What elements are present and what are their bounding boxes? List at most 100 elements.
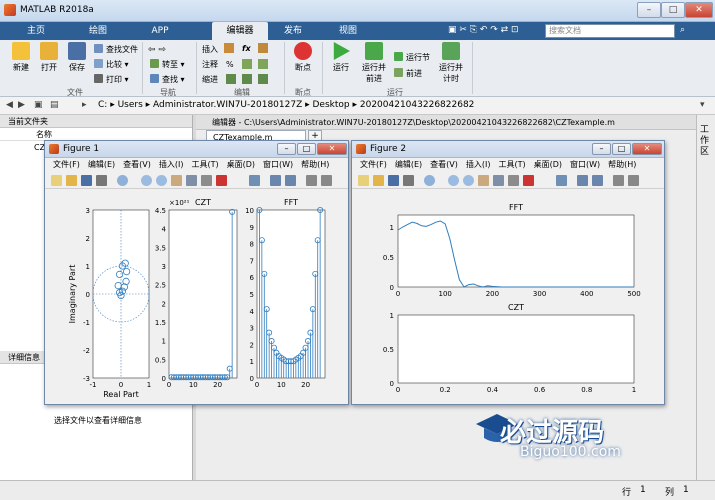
- tab-apps[interactable]: APP: [130, 22, 190, 40]
- insert-icon[interactable]: [224, 43, 234, 53]
- save-figure-icon[interactable]: [388, 175, 399, 186]
- link-plot-icon[interactable]: [249, 175, 260, 186]
- rotate-icon[interactable]: [493, 175, 504, 186]
- new-figure-icon[interactable]: [358, 175, 369, 186]
- tab-plots[interactable]: 绘图: [68, 22, 128, 40]
- minimize-button[interactable]: –: [277, 143, 296, 155]
- breadcrumb-segment[interactable]: 20200421043226822682: [360, 100, 475, 110]
- menu-tools[interactable]: 工具(T): [191, 160, 218, 169]
- pan-icon[interactable]: [171, 175, 182, 186]
- maximize-button[interactable]: □: [297, 143, 316, 155]
- minimize-button[interactable]: –: [592, 143, 611, 155]
- new-button[interactable]: 新建: [6, 42, 36, 73]
- colorbar-icon[interactable]: [270, 175, 281, 186]
- compare-button[interactable]: 比较 ▾: [94, 59, 129, 71]
- decrease-indent-icon[interactable]: [242, 74, 252, 84]
- hide-tools-icon[interactable]: [613, 175, 624, 186]
- wrap-comment-icon[interactable]: [258, 59, 268, 69]
- zoom-out-icon[interactable]: [463, 175, 474, 186]
- colorbar-icon[interactable]: [577, 175, 588, 186]
- legend-icon[interactable]: [592, 175, 603, 186]
- run-button[interactable]: 运行: [326, 42, 356, 73]
- maximize-button[interactable]: □: [612, 143, 631, 155]
- up-folder-icon[interactable]: ▣: [34, 100, 43, 110]
- menu-desktop[interactable]: 桌面(D): [227, 160, 255, 169]
- menu-edit[interactable]: 编辑(E): [395, 160, 422, 169]
- close-button[interactable]: ✕: [317, 143, 347, 155]
- menu-tools[interactable]: 工具(T): [498, 160, 525, 169]
- breadcrumb[interactable]: C: ▸ Users ▸ Administrator.WIN7U-2018012…: [98, 99, 474, 112]
- data-cursor-icon[interactable]: [508, 175, 519, 186]
- back-arrow-icon[interactable]: ◀: [6, 100, 13, 110]
- nav-arrows[interactable]: ⇦ ⇨: [148, 45, 166, 55]
- menu-insert[interactable]: 插入(I): [159, 160, 184, 169]
- save-figure-icon[interactable]: [81, 175, 92, 186]
- advance-button[interactable]: 前进: [394, 68, 422, 80]
- menu-help[interactable]: 帮助(H): [301, 160, 329, 169]
- find-button[interactable]: 查找 ▾: [150, 74, 185, 86]
- maximize-button[interactable]: □: [661, 2, 685, 18]
- zoom-in-icon[interactable]: [141, 175, 152, 186]
- run-section-button[interactable]: 运行节: [394, 52, 430, 64]
- tab-view[interactable]: 视图: [325, 22, 371, 40]
- percent-button[interactable]: %: [226, 59, 234, 71]
- hide-tools-icon[interactable]: [306, 175, 317, 186]
- menu-file[interactable]: 文件(F): [360, 160, 387, 169]
- workspace-label[interactable]: 工作区: [700, 125, 712, 158]
- menu-window[interactable]: 窗口(W): [263, 160, 293, 169]
- print-figure-icon[interactable]: [96, 175, 107, 186]
- zoom-out-icon[interactable]: [156, 175, 167, 186]
- menu-view[interactable]: 查看(V): [123, 160, 151, 169]
- close-button[interactable]: ✕: [632, 143, 662, 155]
- goto-button[interactable]: 转至 ▾: [150, 59, 185, 71]
- data-cursor-icon[interactable]: [201, 175, 212, 186]
- arrow-pointer-icon[interactable]: [424, 175, 435, 186]
- browse-folder-icon[interactable]: ▤: [50, 100, 59, 110]
- menu-window[interactable]: 窗口(W): [570, 160, 600, 169]
- zoom-in-icon[interactable]: [448, 175, 459, 186]
- legend-icon[interactable]: [285, 175, 296, 186]
- uncomment-icon[interactable]: [242, 59, 252, 69]
- chevron-down-icon[interactable]: ▾: [700, 100, 705, 110]
- show-tools-icon[interactable]: [321, 175, 332, 186]
- search-icon[interactable]: ⌕: [680, 25, 685, 35]
- print-figure-icon[interactable]: [403, 175, 414, 186]
- increase-indent-icon[interactable]: [258, 74, 268, 84]
- menu-desktop[interactable]: 桌面(D): [534, 160, 562, 169]
- open-file-icon[interactable]: [66, 175, 77, 186]
- close-button[interactable]: ✕: [685, 2, 713, 18]
- save-button[interactable]: 保存: [62, 42, 92, 73]
- menu-file[interactable]: 文件(F): [53, 160, 80, 169]
- menu-help[interactable]: 帮助(H): [608, 160, 636, 169]
- menu-insert[interactable]: 插入(I): [466, 160, 491, 169]
- brush-icon[interactable]: [523, 175, 534, 186]
- insert-section-icon[interactable]: [258, 43, 268, 53]
- menu-edit[interactable]: 编辑(E): [88, 160, 115, 169]
- print-button[interactable]: 打印 ▾: [94, 74, 129, 86]
- breadcrumb-segment[interactable]: Desktop: [313, 100, 350, 110]
- link-plot-icon[interactable]: [556, 175, 567, 186]
- insert-button[interactable]: 插入: [202, 44, 218, 56]
- breadcrumb-segment[interactable]: Administrator.WIN7U-20180127Z: [153, 100, 302, 110]
- forward-arrow-icon[interactable]: ▶: [18, 100, 25, 110]
- smart-indent-icon[interactable]: [226, 74, 236, 84]
- run-advance-button[interactable]: 运行并 前进: [360, 42, 388, 84]
- find-files-button[interactable]: 查找文件: [94, 44, 138, 56]
- open-file-icon[interactable]: [373, 175, 384, 186]
- quick-access-icons[interactable]: ▣ ✂ ⎘ ↶ ↷ ⇄ ⊡: [448, 25, 519, 35]
- search-input[interactable]: 搜索文档: [545, 24, 675, 38]
- tab-publish[interactable]: 发布: [270, 22, 316, 40]
- tab-home[interactable]: 主页: [6, 22, 66, 40]
- rotate-icon[interactable]: [186, 175, 197, 186]
- run-and-time-button[interactable]: 运行并 计时: [436, 42, 466, 84]
- open-button[interactable]: 打开: [34, 42, 64, 73]
- brush-icon[interactable]: [216, 175, 227, 186]
- comment-button[interactable]: 注释: [202, 59, 218, 71]
- minimize-button[interactable]: –: [637, 2, 661, 18]
- menu-view[interactable]: 查看(V): [430, 160, 458, 169]
- new-figure-icon[interactable]: [51, 175, 62, 186]
- breakpoints-button[interactable]: 断点: [288, 42, 318, 73]
- tab-editor[interactable]: 编辑器: [212, 22, 268, 40]
- show-tools-icon[interactable]: [628, 175, 639, 186]
- indent-button[interactable]: 缩进: [202, 74, 218, 86]
